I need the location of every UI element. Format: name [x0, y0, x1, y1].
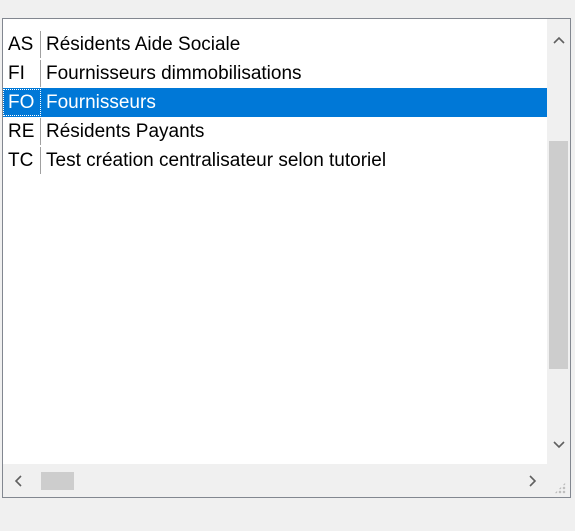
window: AS Résidents Aide Sociale FI Fournisseur… — [0, 0, 575, 531]
list-item[interactable]: AS Résidents Aide Sociale — [3, 30, 547, 59]
list-item-selected[interactable]: FO Fournisseurs — [3, 88, 547, 117]
row-label: Test création centralisateur selon tutor… — [46, 150, 387, 171]
list-item[interactable]: TC Test création centralisateur selon tu… — [3, 146, 547, 175]
row-code: FO — [3, 89, 41, 116]
horizontal-scrollbar[interactable] — [3, 464, 548, 497]
row-code: TC — [3, 147, 41, 174]
chevron-right-icon[interactable] — [518, 464, 548, 497]
resize-grip-icon[interactable] — [554, 482, 566, 494]
list-item[interactable]: RE Résidents Payants — [3, 117, 547, 146]
code-listbox[interactable]: AS Résidents Aide Sociale FI Fournisseur… — [2, 18, 571, 498]
row-label: Résidents Payants — [46, 121, 205, 142]
chevron-left-icon[interactable] — [3, 464, 33, 497]
row-label: Fournisseurs — [46, 92, 156, 113]
row-code: RE — [3, 118, 41, 145]
row-label: Fournisseurs dimmobilisations — [46, 63, 302, 84]
row-code: AS — [3, 31, 41, 58]
list-rows: AS Résidents Aide Sociale FI Fournisseur… — [3, 30, 547, 175]
list-item[interactable]: FI Fournisseurs dimmobilisations — [3, 59, 547, 88]
vertical-scrollbar[interactable] — [547, 19, 570, 464]
row-code: FI — [3, 60, 41, 87]
chevron-up-icon[interactable] — [547, 23, 570, 57]
scrollbar-corner — [547, 464, 570, 497]
chevron-down-icon[interactable] — [547, 428, 570, 462]
vertical-scroll-thumb[interactable] — [549, 141, 568, 369]
horizontal-scroll-thumb[interactable] — [41, 472, 74, 490]
row-label: Résidents Aide Sociale — [46, 34, 241, 55]
